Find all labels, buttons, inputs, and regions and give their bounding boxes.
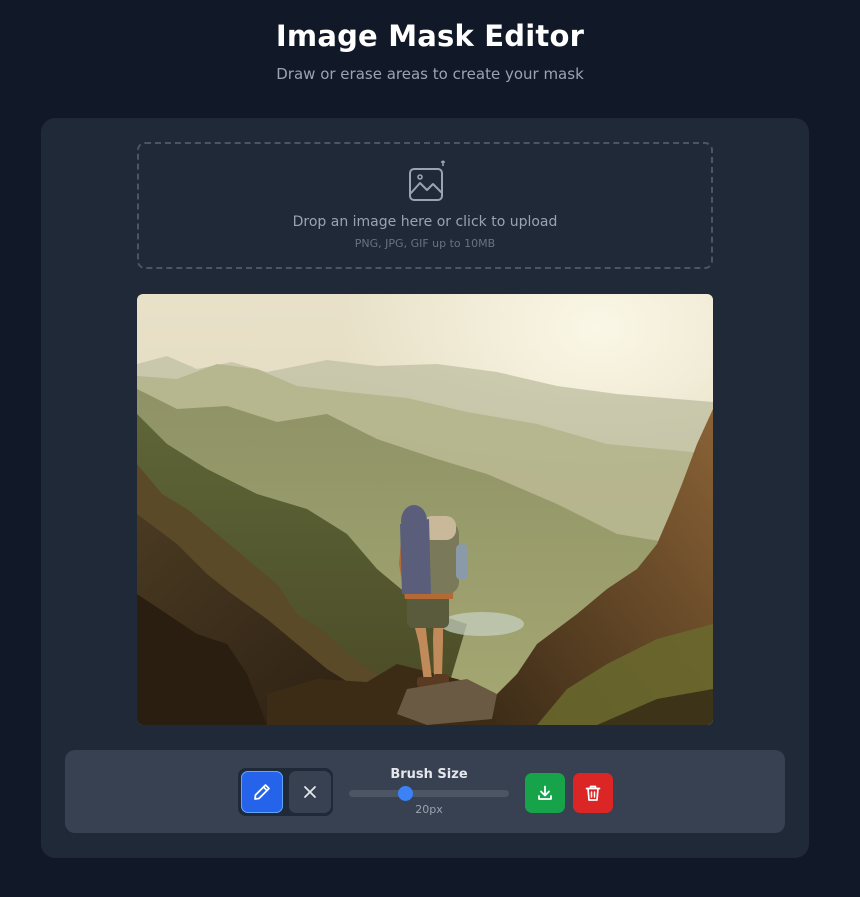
download-mask-button[interactable] [525,773,565,813]
mountain-hiker-photo [137,294,713,725]
brush-size-slider[interactable] [349,786,509,801]
download-icon [538,785,552,800]
x-icon [304,786,316,798]
brush-tool-button[interactable] [241,771,283,813]
upload-prompt: Drop an image here or click to upload [292,214,558,230]
page-subtitle: Draw or erase areas to create your mask [276,65,584,83]
upload-dropzone[interactable]: Drop an image here or click to upload PN… [137,142,713,269]
brush-size-slider-thumb[interactable] [397,786,413,801]
mask-canvas[interactable] [137,294,713,725]
eraser-tool-button[interactable] [289,771,331,813]
pencil-icon [254,784,270,800]
editor-panel: Drop an image here or click to upload PN… [41,118,809,858]
editor-toolbar: Brush Size 20px [65,750,785,833]
brush-size-label: Brush Size [390,767,468,782]
clear-mask-button[interactable] [573,773,613,813]
tool-selector [238,768,333,816]
brush-size-value: 20px [415,803,443,816]
trash-icon [585,785,601,801]
upload-hint: PNG, JPG, GIF up to 10MB [354,237,496,250]
page-title: Image Mask Editor [275,19,585,53]
image-plus-icon [409,160,445,201]
